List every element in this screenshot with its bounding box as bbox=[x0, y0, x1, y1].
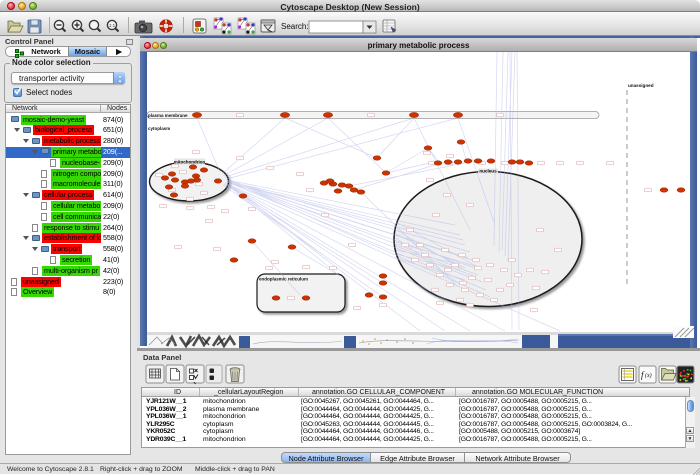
svg-text:plasma membrane: plasma membrane bbox=[148, 113, 188, 118]
svg-text:unassigned: unassigned bbox=[628, 83, 654, 88]
svg-text:nucleus: nucleus bbox=[479, 169, 497, 174]
svg-text:Search:: Search: bbox=[281, 22, 309, 31]
svg-text:1:1: 1:1 bbox=[109, 23, 116, 28]
svg-text:cytoplasm: cytoplasm bbox=[148, 126, 170, 131]
svg-text:mitochondrion: mitochondrion bbox=[174, 159, 206, 164]
svg-text:(x): (x) bbox=[645, 372, 652, 379]
svg-text:endoplasmic reticulum: endoplasmic reticulum bbox=[259, 277, 308, 282]
